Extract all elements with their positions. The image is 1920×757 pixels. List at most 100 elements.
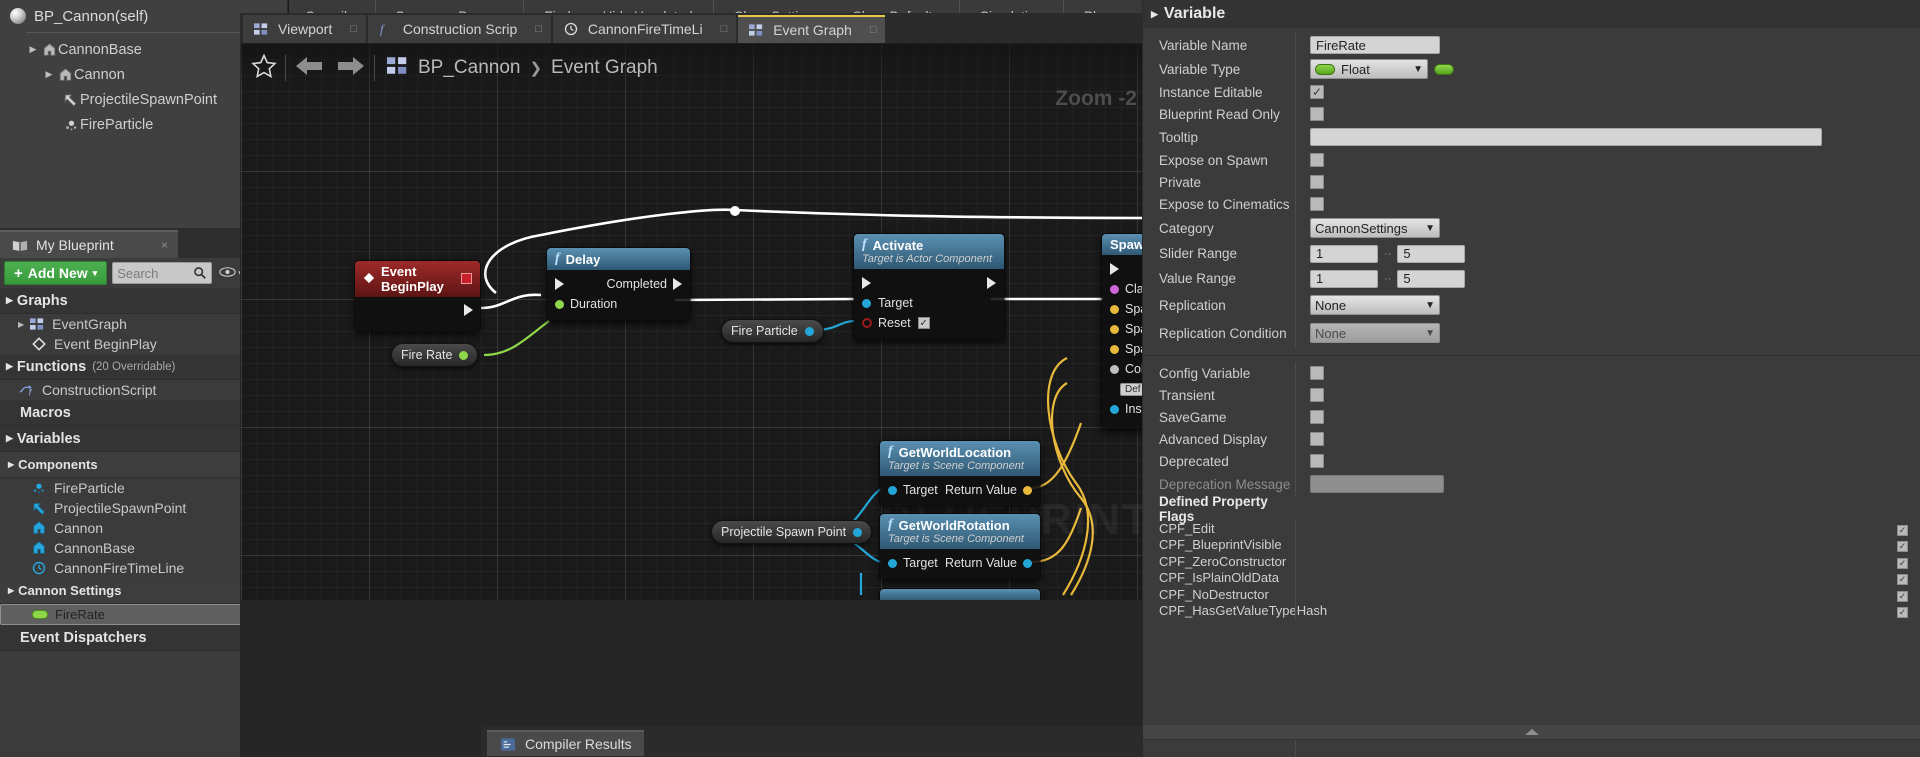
collapse-arrow-icon[interactable]: ▶: [1151, 9, 1158, 20]
tab-cannonfiretimeline[interactable]: CannonFireTimeLi □: [552, 15, 737, 43]
exec-in-pin[interactable]: [555, 278, 564, 290]
tooltip-input[interactable]: [1310, 128, 1822, 146]
spawn-pin[interactable]: [1110, 304, 1119, 314]
tab-compiler-results[interactable]: Compiler Results: [487, 730, 644, 756]
tab-viewport[interactable]: Viewport □: [243, 15, 366, 43]
private-checkbox[interactable]: [1310, 175, 1324, 189]
node-subtitle: Target is Scene Component: [888, 533, 1024, 545]
add-new-button[interactable]: + Add New ▾: [4, 261, 108, 285]
node-fire-rate-variable[interactable]: Fire Rate: [391, 343, 479, 367]
reset-pin[interactable]: [862, 318, 872, 328]
target-pin[interactable]: [888, 558, 897, 568]
node-delay[interactable]: f Delay Completed Duration: [546, 247, 691, 321]
duration-pin[interactable]: [555, 299, 564, 309]
toolbar-hide-unrelated[interactable]: Hide Unrelated: [587, 0, 709, 13]
value-range-max-input[interactable]: 5: [1397, 269, 1466, 288]
collision-pin[interactable]: [1110, 364, 1119, 374]
replication-condition-select[interactable]: None ▼: [1310, 323, 1440, 343]
close-icon[interactable]: □: [525, 23, 542, 35]
arrow-right-icon[interactable]: [336, 55, 366, 82]
graph-canvas[interactable]: BLUEPRINT Event BeginPlay: [241, 43, 1161, 600]
expand-arrow-icon[interactable]: ▶: [26, 44, 40, 55]
collapse-arrow-icon[interactable]: ▶: [8, 586, 14, 595]
config-variable-checkbox[interactable]: [1310, 366, 1324, 380]
value-range-min-input[interactable]: 1: [1310, 269, 1378, 288]
exec-in-pin[interactable]: [862, 277, 871, 289]
target-pin[interactable]: [862, 298, 871, 308]
category-select[interactable]: CannonSettings ▼: [1310, 218, 1440, 238]
variable-name-input[interactable]: FireRate: [1310, 36, 1440, 54]
node-getworldrotation[interactable]: f GetWorldRotation Target is Scene Compo…: [879, 513, 1041, 580]
transient-checkbox[interactable]: [1310, 388, 1324, 402]
toolbar-class-settings[interactable]: Class Settings: [718, 0, 836, 13]
collapse-arrow-icon[interactable]: ▶: [6, 361, 13, 372]
section-title: Event Dispatchers: [20, 629, 147, 646]
expose-on-spawn-checkbox[interactable]: [1310, 153, 1324, 167]
expose-to-cinematics-checkbox[interactable]: [1310, 197, 1324, 211]
return-value-pin[interactable]: [1023, 485, 1032, 495]
output-pin[interactable]: [804, 326, 814, 336]
toolbar-save[interactable]: Save: [380, 0, 443, 13]
type-container-pill-icon[interactable]: [1434, 63, 1454, 75]
row-variable-type: Variable Type Float ▼: [1143, 57, 1920, 81]
node-projectile-spawn-point-variable[interactable]: Projectile Spawn Point: [711, 520, 873, 544]
toolbar-find[interactable]: Find: [528, 0, 586, 13]
exec-out-pin[interactable]: [464, 304, 473, 316]
toolbar-browse[interactable]: Browse: [442, 0, 519, 13]
field-label: Variable Name: [1159, 37, 1248, 53]
node-fire-particle-variable[interactable]: Fire Particle: [721, 319, 824, 343]
class-pin[interactable]: [1110, 284, 1119, 294]
close-icon[interactable]: □: [711, 23, 728, 35]
output-pin[interactable]: [853, 527, 863, 537]
node-event-beginplay[interactable]: Event BeginPlay: [354, 260, 481, 332]
reset-checkbox[interactable]: ✓: [917, 317, 930, 329]
variable-type-select[interactable]: Float ▼: [1310, 59, 1428, 79]
divider: [26, 32, 275, 33]
search-input[interactable]: Search: [112, 262, 213, 284]
breadcrumb-item-graph[interactable]: Event Graph: [551, 57, 658, 79]
node-activate[interactable]: f Activate Target is Actor Component Tar…: [853, 233, 1005, 340]
exec-out-pin[interactable]: [987, 277, 996, 289]
collapse-arrow-icon[interactable]: ▶: [18, 320, 24, 329]
star-icon[interactable]: [251, 53, 277, 84]
details-section-variable[interactable]: ▶ Variable: [1143, 0, 1920, 28]
tab-construction-script[interactable]: f Construction Scrip □: [367, 15, 551, 43]
pin-label-target: Target: [878, 296, 913, 310]
toolbar-simulation[interactable]: Simulation: [964, 0, 1059, 13]
tab-my-blueprint[interactable]: My Blueprint ×: [0, 230, 178, 258]
instance-editable-checkbox[interactable]: ✓: [1310, 85, 1324, 99]
target-pin[interactable]: [888, 485, 897, 495]
return-value-pin[interactable]: [1023, 558, 1032, 568]
breadcrumb-item-blueprint[interactable]: BP_Cannon: [418, 57, 520, 79]
slider-range-min-input[interactable]: 1: [1310, 244, 1378, 263]
blueprint-read-only-checkbox[interactable]: [1310, 107, 1324, 121]
expand-arrow-icon[interactable]: ▶: [42, 69, 56, 80]
row-transient: Transient: [1143, 384, 1920, 406]
close-icon[interactable]: □: [860, 24, 877, 36]
deprecated-checkbox[interactable]: [1310, 454, 1324, 468]
close-icon[interactable]: □: [340, 23, 357, 35]
savegame-checkbox[interactable]: [1310, 410, 1324, 424]
output-pin[interactable]: [459, 350, 469, 360]
collapse-arrow-icon[interactable]: ▶: [8, 460, 14, 469]
collapse-arrow-icon[interactable]: ▶: [6, 433, 13, 444]
spawn-pin[interactable]: [1110, 344, 1119, 354]
tab-event-graph[interactable]: Event Graph □: [738, 15, 886, 43]
advanced-display-checkbox[interactable]: [1310, 432, 1324, 446]
replication-select[interactable]: None ▼: [1310, 295, 1440, 315]
slider-range-max-input[interactable]: 5: [1397, 244, 1466, 263]
node-header: f GetWorldRotation Target is Scene Compo…: [880, 514, 1040, 549]
exec-in-pin[interactable]: [1110, 263, 1119, 275]
exec-out-pin-completed[interactable]: [673, 278, 682, 290]
spawn-pin[interactable]: [1110, 324, 1119, 334]
node-getworldlocation[interactable]: f GetWorldLocation Target is Scene Compo…: [879, 440, 1041, 507]
node-partial-bottom[interactable]: [879, 588, 1041, 600]
collapse-arrow-icon[interactable]: ▶: [6, 295, 13, 306]
instigator-pin[interactable]: [1110, 404, 1119, 414]
arrow-left-icon[interactable]: [294, 55, 324, 82]
details-collapse-bar[interactable]: [1143, 725, 1920, 739]
toolbar-class-defaults[interactable]: Class Defaults: [836, 0, 955, 13]
toolbar-play[interactable]: Play: [1068, 0, 1126, 13]
toolbar-compile[interactable]: Compile: [289, 0, 371, 13]
close-icon[interactable]: ×: [147, 238, 168, 252]
